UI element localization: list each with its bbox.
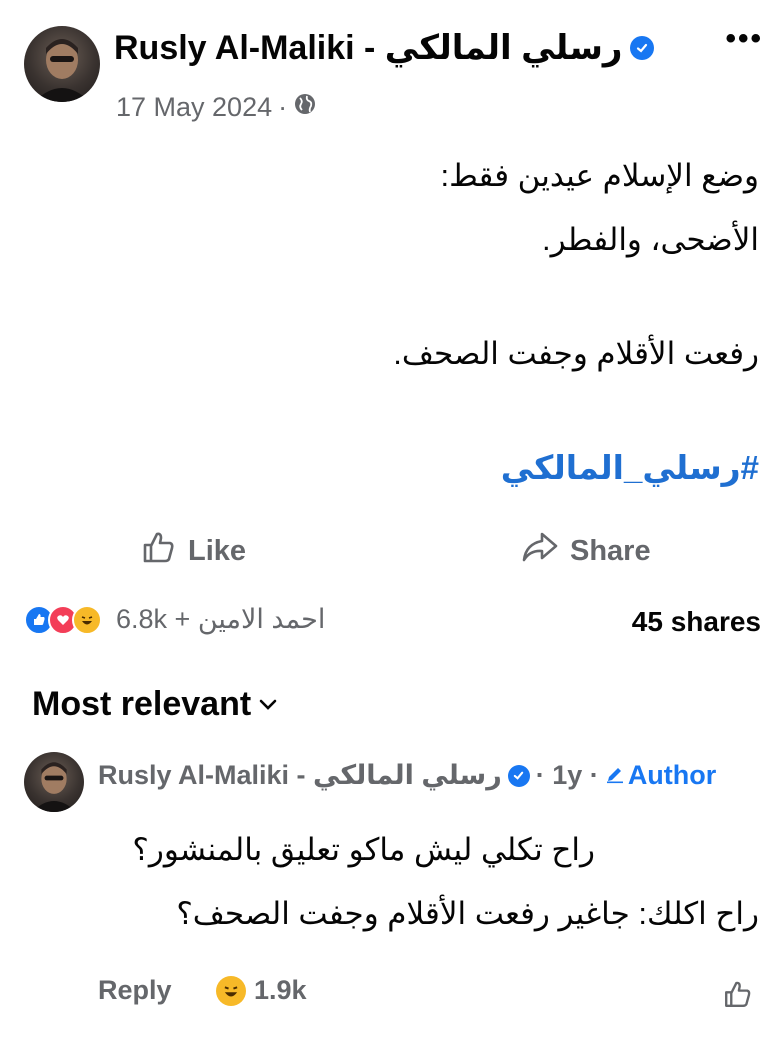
reaction-icons — [24, 604, 102, 635]
post-author-label: Rusly Al-Maliki - رسلي المالكي — [114, 29, 623, 67]
post-author-name[interactable]: Rusly Al-Maliki - رسلي المالكي — [114, 28, 655, 68]
post-author-avatar[interactable] — [24, 26, 100, 102]
verified-badge-icon — [507, 764, 530, 787]
comment-text-line-2: راح اكلك: جاغير رفعت الأقلام وجفت الصحف؟ — [176, 896, 759, 931]
comment-reaction-count: 1.9k — [254, 975, 307, 1005]
comment-author-name[interactable]: Rusly Al-Maliki - رسلي المالكي — [98, 760, 502, 791]
verified-badge-icon — [630, 36, 655, 60]
more-options-button[interactable]: ••• — [725, 22, 763, 56]
reactions-summary[interactable]: 6.8k + احمد الامين — [24, 604, 325, 635]
thumbs-up-icon — [140, 528, 178, 574]
post-date[interactable]: 17 May 2024 — [116, 92, 272, 123]
haha-icon — [72, 604, 102, 635]
thumbs-up-icon — [722, 981, 754, 1014]
share-arrow-icon — [520, 528, 560, 574]
like-label: Like — [188, 534, 247, 567]
author-badge-label: Author — [627, 760, 717, 790]
share-button[interactable]: Share — [520, 528, 651, 574]
like-button[interactable]: Like — [140, 528, 246, 574]
comment-reactions[interactable]: 1.9k — [216, 975, 307, 1006]
more-horizontal-icon: ••• — [725, 22, 763, 55]
reply-button[interactable]: Reply — [98, 975, 172, 1006]
reactions-text: 6.8k + احمد الامين — [116, 604, 326, 634]
sort-label: Most relevant — [32, 685, 252, 723]
comment-like-button[interactable] — [722, 978, 754, 1015]
comment-author-avatar[interactable] — [24, 752, 84, 812]
post-meta: 17 May 2024 · — [116, 92, 317, 123]
share-label: Share — [570, 534, 651, 567]
comment-time[interactable]: · 1y · — [536, 760, 599, 791]
globe-icon — [293, 92, 317, 123]
meta-separator: · — [278, 92, 288, 122]
post-hashtag-link[interactable]: #رسلي_المالكي — [501, 448, 759, 487]
comment-text-line-1: راح تكلي ليش ماكو تعليق بالمنشور؟ — [132, 832, 595, 867]
shares-count[interactable]: 45 shares — [632, 606, 761, 638]
comment-header: Rusly Al-Maliki - رسلي المالكي · 1y · Au… — [98, 760, 716, 791]
author-badge: Author — [605, 760, 716, 791]
post-text-line-3: رفعت الأقلام وجفت الصحف. — [393, 336, 759, 371]
pencil-icon — [605, 760, 625, 791]
post-text-line-2: الأضحى، والفطر. — [542, 222, 759, 257]
comment-sort-dropdown[interactable]: Most relevant — [32, 685, 279, 724]
haha-icon — [216, 975, 246, 1006]
chevron-down-icon — [257, 685, 279, 724]
post-text-line-1: وضع الإسلام عيدين فقط: — [440, 158, 759, 193]
